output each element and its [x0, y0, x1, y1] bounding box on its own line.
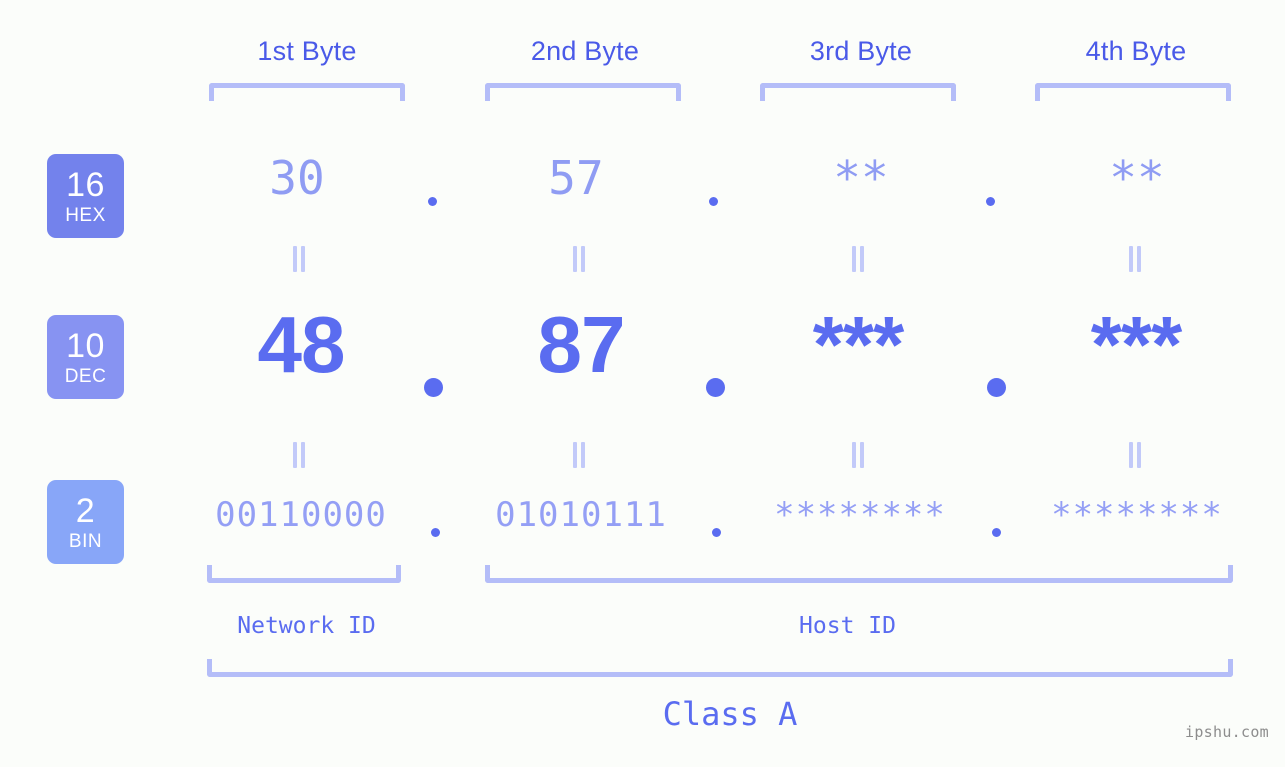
byte-header-3: 3rd Byte — [809, 36, 913, 66]
base-badge-hex: 16 HEX — [47, 154, 124, 238]
class-bracket — [207, 659, 1233, 677]
hex-byte-1: 30 — [269, 151, 325, 205]
equals-mark-1-2 — [570, 246, 588, 272]
base-badge-bin-name: BIN — [68, 530, 103, 552]
byte-bracket-4 — [1035, 83, 1231, 101]
bin-byte-2: 01010111 — [495, 495, 667, 535]
ip-byte-breakdown-diagram: 1st Byte 2nd Byte 3rd Byte 4th Byte 16 H… — [0, 0, 1285, 767]
hex-separator-2 — [709, 197, 718, 206]
hex-byte-3: ** — [833, 151, 889, 205]
bin-separator-1 — [431, 528, 440, 537]
equals-mark-1-4 — [1126, 246, 1144, 272]
host-id-bracket — [485, 565, 1233, 583]
equals-mark-2-2 — [570, 442, 588, 468]
network-id-label: Network ID — [237, 613, 376, 639]
dec-byte-4: *** — [1090, 300, 1182, 389]
byte-bracket-2 — [485, 83, 681, 101]
bin-byte-3: ******** — [774, 495, 946, 535]
byte-header-1: 1st Byte — [257, 36, 357, 66]
hex-separator-3 — [986, 197, 995, 206]
base-badge-hex-number: 16 — [66, 165, 105, 204]
base-badge-hex-name: HEX — [65, 204, 106, 226]
dec-byte-3: *** — [812, 300, 904, 389]
host-id-label: Host ID — [799, 613, 896, 639]
class-label: Class A — [662, 695, 798, 733]
site-watermark: ipshu.com — [1185, 723, 1269, 741]
dec-byte-1: 48 — [257, 300, 346, 389]
bin-byte-4: ******** — [1051, 495, 1223, 535]
base-badge-dec-name: DEC — [64, 365, 107, 387]
network-id-bracket — [207, 565, 401, 583]
base-badge-bin: 2 BIN — [47, 480, 124, 564]
bin-separator-3 — [992, 528, 1001, 537]
hex-byte-4: ** — [1109, 151, 1165, 205]
dec-byte-2: 87 — [537, 300, 626, 389]
base-badge-bin-number: 2 — [75, 491, 96, 530]
equals-mark-1-3 — [849, 246, 867, 272]
dec-separator-2 — [706, 378, 725, 397]
byte-bracket-3 — [760, 83, 956, 101]
byte-header-2: 2nd Byte — [530, 36, 640, 66]
dec-separator-3 — [987, 378, 1006, 397]
hex-separator-1 — [428, 197, 437, 206]
hex-byte-2: 57 — [548, 151, 604, 205]
bin-byte-1: 00110000 — [215, 495, 387, 535]
base-badge-dec-number: 10 — [66, 326, 105, 365]
byte-bracket-1 — [209, 83, 405, 101]
equals-mark-2-3 — [849, 442, 867, 468]
equals-mark-1-1 — [290, 246, 308, 272]
base-badge-dec: 10 DEC — [47, 315, 124, 399]
dec-separator-1 — [424, 378, 443, 397]
byte-header-4: 4th Byte — [1085, 36, 1187, 66]
bin-separator-2 — [712, 528, 721, 537]
equals-mark-2-4 — [1126, 442, 1144, 468]
equals-mark-2-1 — [290, 442, 308, 468]
